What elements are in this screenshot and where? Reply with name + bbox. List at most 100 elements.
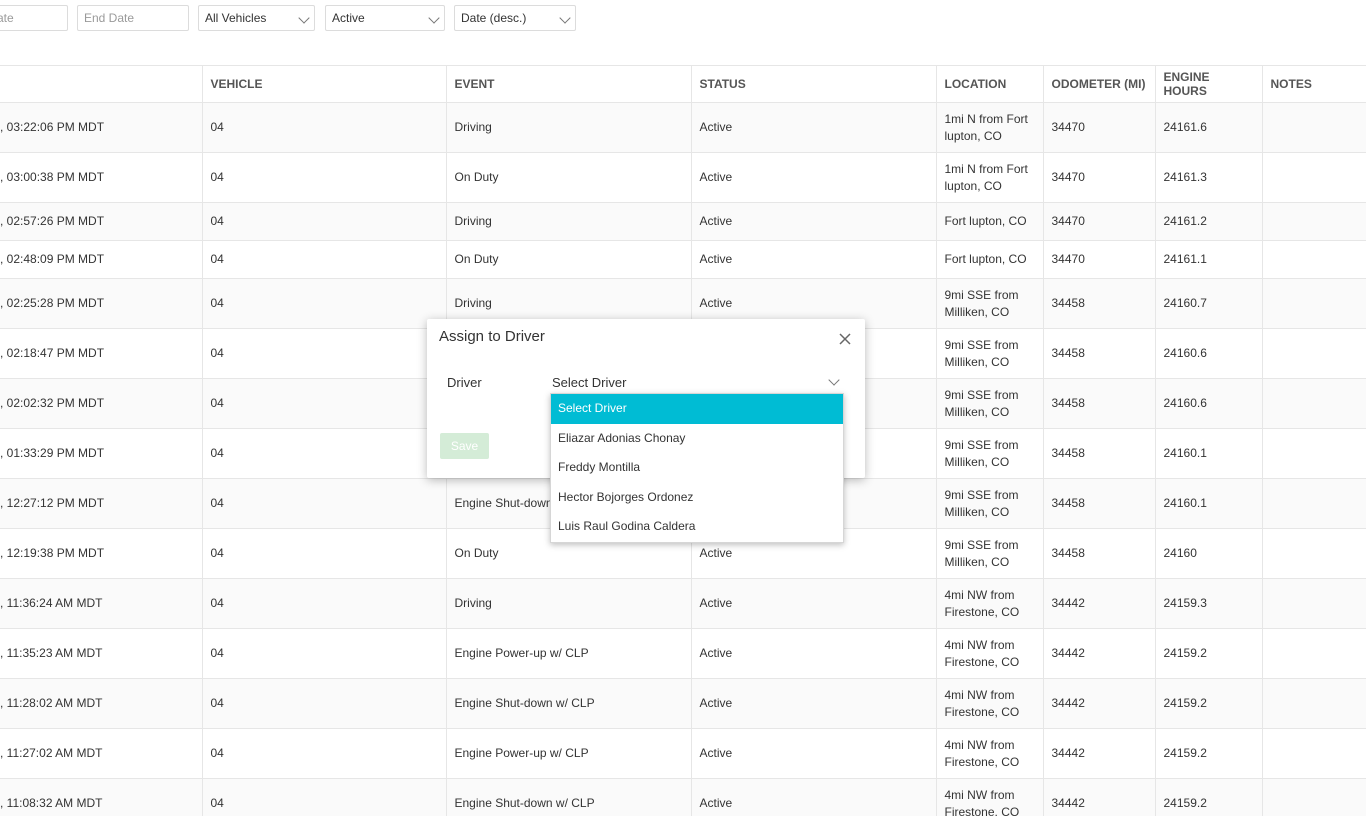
col-header-odometer[interactable]: ODOMETER (MI) xyxy=(1043,66,1155,103)
vehicle-select[interactable]: All Vehicles xyxy=(198,5,315,31)
status-select[interactable]: Active xyxy=(325,5,445,31)
cell-event: Driving xyxy=(446,579,691,629)
table-row[interactable]: , 02:57:26 PM MDT04DrivingActiveFort lup… xyxy=(0,203,1366,241)
cell-status: Active xyxy=(691,679,936,729)
col-header-event[interactable]: EVENT xyxy=(446,66,691,103)
cell-time: , 02:57:26 PM MDT xyxy=(0,203,202,241)
cell-notes xyxy=(1262,379,1366,429)
close-icon[interactable] xyxy=(839,333,851,345)
cell-vehicle: 04 xyxy=(202,241,446,279)
table-row[interactable]: , 11:35:23 AM MDT04Engine Power-up w/ CL… xyxy=(0,629,1366,679)
status-select-value: Active xyxy=(332,11,365,25)
table-row[interactable]: , 11:36:24 AM MDT04DrivingActive4mi NW f… xyxy=(0,579,1366,629)
cell-location: 9mi SSE from Milliken, CO xyxy=(936,429,1043,479)
cell-engine-hours: 24160 xyxy=(1155,529,1262,579)
cell-location: 1mi N from Fort lupton, CO xyxy=(936,153,1043,203)
cell-notes xyxy=(1262,241,1366,279)
cell-engine-hours: 24161.6 xyxy=(1155,103,1262,153)
cell-status: Active xyxy=(691,729,936,779)
col-header-time[interactable] xyxy=(0,66,202,103)
cell-odometer: 34458 xyxy=(1043,329,1155,379)
cell-vehicle: 04 xyxy=(202,629,446,679)
dialog-title: Assign to Driver xyxy=(439,328,545,345)
cell-odometer: 34470 xyxy=(1043,153,1155,203)
save-button[interactable]: Save xyxy=(440,433,489,459)
driver-option[interactable]: Luis Raul Godina Caldera xyxy=(551,512,843,542)
table-row[interactable]: , 11:27:02 AM MDT04Engine Power-up w/ CL… xyxy=(0,729,1366,779)
cell-engine-hours: 24160.6 xyxy=(1155,329,1262,379)
cell-notes xyxy=(1262,529,1366,579)
cell-notes xyxy=(1262,579,1366,629)
driver-option[interactable]: Hector Bojorges Ordonez xyxy=(551,483,843,513)
cell-engine-hours: 24160.1 xyxy=(1155,479,1262,529)
driver-option[interactable]: Select Driver xyxy=(551,394,843,424)
cell-location: 4mi NW from Firestone, CO xyxy=(936,729,1043,779)
cell-engine-hours: 24159.2 xyxy=(1155,729,1262,779)
col-header-engine-hours[interactable]: ENGINE HOURS xyxy=(1155,66,1262,103)
driver-option[interactable]: Freddy Montilla xyxy=(551,453,843,483)
cell-notes xyxy=(1262,679,1366,729)
sort-select[interactable]: Date (desc.) xyxy=(454,5,576,31)
cell-location: 9mi SSE from Milliken, CO xyxy=(936,279,1043,329)
cell-status: Active xyxy=(691,629,936,679)
cell-engine-hours: 24159.3 xyxy=(1155,579,1262,629)
sort-select-value: Date (desc.) xyxy=(461,11,526,25)
cell-engine-hours: 24160.1 xyxy=(1155,429,1262,479)
driver-label: Driver xyxy=(447,375,482,390)
cell-vehicle: 04 xyxy=(202,203,446,241)
cell-location: 4mi NW from Firestone, CO xyxy=(936,779,1043,816)
cell-engine-hours: 24161.2 xyxy=(1155,203,1262,241)
cell-location: 9mi SSE from Milliken, CO xyxy=(936,379,1043,429)
cell-notes xyxy=(1262,779,1366,816)
col-header-notes[interactable]: NOTES xyxy=(1262,66,1366,103)
table-row[interactable]: , 11:08:32 AM MDT04Engine Shut-down w/ C… xyxy=(0,779,1366,816)
cell-vehicle: 04 xyxy=(202,679,446,729)
cell-odometer: 34470 xyxy=(1043,103,1155,153)
driver-select[interactable]: Select Driver xyxy=(551,373,842,394)
cell-status: Active xyxy=(691,779,936,816)
cell-odometer: 34442 xyxy=(1043,679,1155,729)
driver-select-value: Select Driver xyxy=(552,375,626,390)
col-header-status[interactable]: STATUS xyxy=(691,66,936,103)
chevron-down-icon xyxy=(828,374,839,385)
cell-event: Driving xyxy=(446,103,691,153)
vehicle-select-value: All Vehicles xyxy=(205,11,266,25)
cell-odometer: 34442 xyxy=(1043,629,1155,679)
cell-event: Engine Shut-down w/ CLP xyxy=(446,679,691,729)
col-header-location[interactable]: LOCATION xyxy=(936,66,1043,103)
table-row[interactable]: , 11:28:02 AM MDT04Engine Shut-down w/ C… xyxy=(0,679,1366,729)
cell-odometer: 34458 xyxy=(1043,479,1155,529)
cell-time: , 11:36:24 AM MDT xyxy=(0,579,202,629)
cell-engine-hours: 24160.6 xyxy=(1155,379,1262,429)
table-row[interactable]: , 02:48:09 PM MDT04On DutyActiveFort lup… xyxy=(0,241,1366,279)
cell-odometer: 34442 xyxy=(1043,729,1155,779)
cell-time: , 03:22:06 PM MDT xyxy=(0,103,202,153)
col-header-vehicle[interactable]: VEHICLE xyxy=(202,66,446,103)
cell-notes xyxy=(1262,629,1366,679)
cell-vehicle: 04 xyxy=(202,153,446,203)
cell-notes xyxy=(1262,429,1366,479)
cell-odometer: 34458 xyxy=(1043,279,1155,329)
cell-time: , 11:08:32 AM MDT xyxy=(0,779,202,816)
cell-vehicle: 04 xyxy=(202,729,446,779)
end-date-input[interactable]: End Date xyxy=(77,5,189,31)
cell-notes xyxy=(1262,103,1366,153)
filter-bar: ate End Date All Vehicles Active Date (d… xyxy=(0,0,1366,65)
cell-event: On Duty xyxy=(446,241,691,279)
cell-vehicle: 04 xyxy=(202,579,446,629)
cell-vehicle: 04 xyxy=(202,779,446,816)
driver-option[interactable]: Eliazar Adonias Chonay xyxy=(551,424,843,454)
cell-time: , 12:27:12 PM MDT xyxy=(0,479,202,529)
cell-time: , 11:35:23 AM MDT xyxy=(0,629,202,679)
cell-vehicle: 04 xyxy=(202,429,446,479)
cell-vehicle: 04 xyxy=(202,479,446,529)
table-row[interactable]: , 03:00:38 PM MDT04On DutyActive1mi N fr… xyxy=(0,153,1366,203)
cell-vehicle: 04 xyxy=(202,279,446,329)
start-date-placeholder: ate xyxy=(0,11,14,25)
cell-time: , 11:27:02 AM MDT xyxy=(0,729,202,779)
cell-odometer: 34470 xyxy=(1043,203,1155,241)
table-row[interactable]: , 03:22:06 PM MDT04DrivingActive1mi N fr… xyxy=(0,103,1366,153)
start-date-input[interactable]: ate xyxy=(0,5,68,31)
cell-location: 4mi NW from Firestone, CO xyxy=(936,679,1043,729)
cell-notes xyxy=(1262,329,1366,379)
